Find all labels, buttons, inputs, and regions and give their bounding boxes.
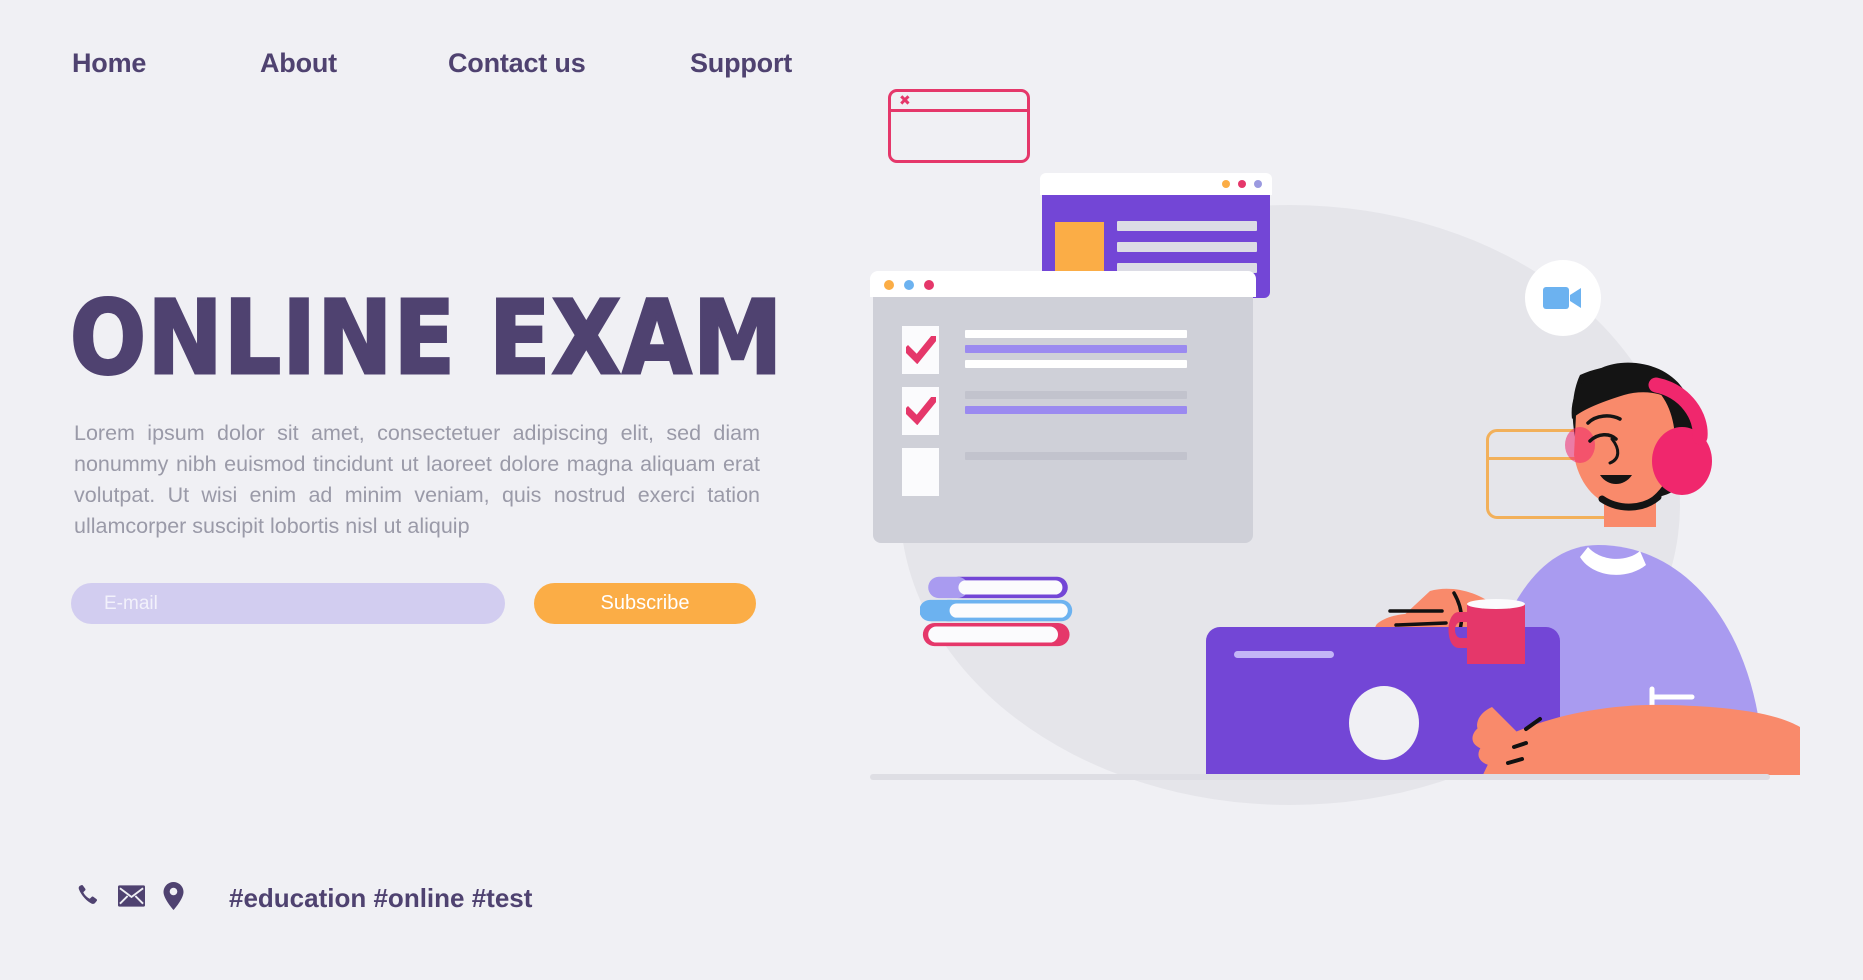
window-control-dots	[884, 280, 934, 290]
footer-contact-bar: #education #online #test	[74, 882, 532, 915]
checkbox-unchecked[interactable]	[902, 448, 939, 496]
window-control-dots	[1222, 180, 1262, 188]
hero-paragraph: Lorem ipsum dolor sit amet, consectetuer…	[74, 421, 760, 538]
checkbox-checked[interactable]	[902, 326, 939, 374]
checkmark-icon	[906, 397, 936, 425]
envelope-icon[interactable]	[118, 885, 145, 912]
checkmark-icon	[906, 336, 936, 364]
pink-window-titlebar	[891, 109, 1027, 112]
coffee-mug	[1448, 599, 1525, 664]
hero-illustration: ✖	[870, 85, 1820, 825]
checklist-window-titlebar	[870, 271, 1256, 297]
nav-item-support[interactable]: Support	[690, 48, 870, 79]
footer-icon-group	[74, 882, 184, 915]
dot-orange[interactable]	[884, 280, 894, 290]
phone-icon[interactable]	[74, 883, 100, 914]
dot-orange[interactable]	[1222, 180, 1230, 188]
hashtag-list: #education #online #test	[229, 883, 533, 913]
dot-purple[interactable]	[1254, 180, 1262, 188]
text-line	[1117, 220, 1257, 231]
dot-red[interactable]	[1238, 180, 1246, 188]
nav-item-home[interactable]: Home	[72, 48, 260, 79]
character-head	[1565, 362, 1712, 527]
nav-item-about[interactable]: About	[260, 48, 448, 79]
dot-blue[interactable]	[904, 280, 914, 290]
nav-item-contact-us[interactable]: Contact us	[448, 48, 690, 79]
email-input[interactable]	[71, 583, 505, 624]
dot-red[interactable]	[924, 280, 934, 290]
subscribe-button[interactable]: Subscribe	[534, 583, 756, 624]
video-camera-icon	[1543, 287, 1581, 309]
student-character	[1206, 362, 1800, 775]
thumbnail-placeholder	[1055, 222, 1104, 271]
pink-outline-window: ✖	[888, 89, 1030, 163]
floor-line	[870, 774, 1770, 780]
main-navigation: Home About Contact us Support	[72, 48, 870, 79]
text-line-group	[1117, 220, 1257, 273]
landing-page: Home About Contact us Support ONLINE EXA…	[0, 0, 1863, 980]
text-line	[1117, 241, 1257, 252]
purple-window-titlebar	[1040, 173, 1272, 195]
page-title: ONLINE EXAM	[69, 279, 784, 398]
checkbox-checked[interactable]	[902, 387, 939, 435]
subscribe-form: Subscribe	[71, 583, 756, 624]
location-pin-icon[interactable]	[163, 882, 184, 915]
close-icon[interactable]: ✖	[899, 94, 911, 108]
